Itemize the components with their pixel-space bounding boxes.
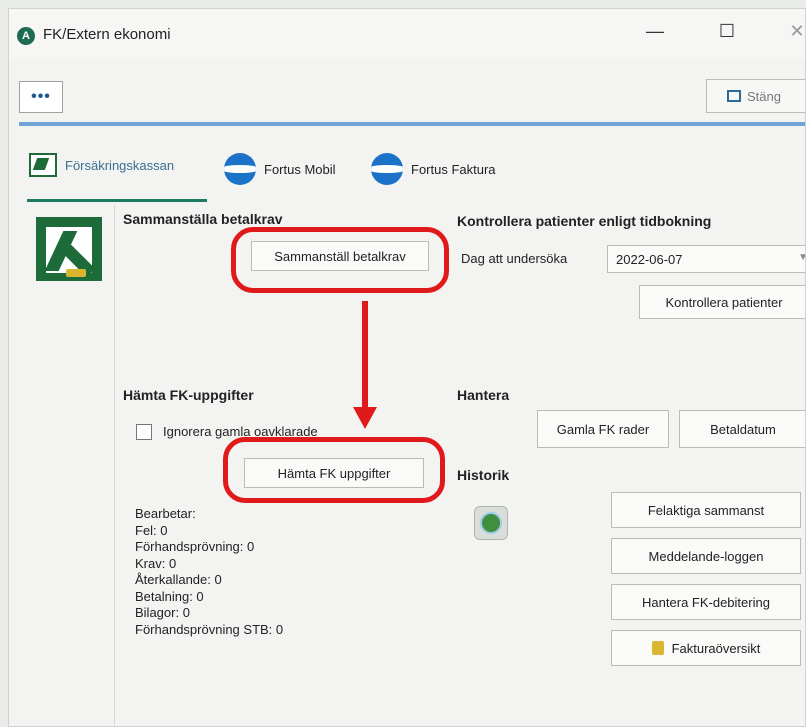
status-line: Betalning: 0 [135,588,204,604]
status-line: Bilagor: 0 [135,605,190,620]
tab-bar: Försäkringskassan Fortus Mobil Fortus Fa… [9,139,805,203]
fakturaoversikt-label: Fakturaöversikt [671,640,761,656]
status-line: Bearbetar: [135,506,196,521]
status-line: Återkallande: 0 [135,572,222,587]
hantera-fk-debitering-button[interactable]: Hantera FK-debitering [611,584,801,620]
more-options-button[interactable]: ••• [19,81,63,113]
globe-icon [371,153,403,185]
lock-icon [651,641,664,655]
highlight-ring [231,227,449,293]
forsakringskassan-logo [36,217,102,281]
meddelande-loggen-button[interactable]: Meddelande-loggen [611,538,801,574]
close-panel-icon [727,90,741,102]
status-line: Fel: 0 [135,522,168,538]
historik-heading: Historik [457,467,510,483]
history-globe-icon[interactable] [474,506,508,540]
title-bar: A FK/Extern ekonomi — ☐ ✕ [9,9,805,59]
hantera-heading: Hantera [457,387,510,403]
stang-button[interactable]: Stäng [706,79,805,113]
window-title: FK/Extern ekonomi [43,26,171,43]
date-label: Dag att undersöka [461,251,568,266]
highlight-ring [223,437,445,503]
status-line: Förhandsprövning STB: 0 [135,621,284,637]
maximize-button[interactable]: ☐ [709,21,745,42]
left-logo-panel [19,205,115,726]
annotation-arrow [362,301,368,411]
ignorera-checkbox[interactable] [136,424,152,440]
status-list: Bearbetar: Fel: 0 Förhandsprövning: 0 Kr… [135,506,283,638]
kontrollera-heading: Kontrollera patienter enligt tidbokning [457,213,712,229]
stang-label: Stäng [747,88,781,104]
tab-label: Försäkringskassan [65,157,175,173]
tab-forsakringskassan[interactable]: Försäkringskassan [29,153,174,177]
status-line: Krav: 0 [135,555,177,571]
active-tab-indicator [27,199,207,202]
annotation-arrow-head [353,407,377,429]
tab-fortus-faktura[interactable]: Fortus Faktura [371,153,496,185]
window-close-button[interactable]: ✕ [779,21,805,42]
betaldatum-button[interactable]: Betaldatum [679,410,805,448]
date-select[interactable]: 2022-06-07 ▼ [607,245,805,273]
toolbar: ••• Stäng [9,59,805,121]
tab-label: Fortus Faktura [411,161,496,177]
chevron-down-icon: ▼ [798,252,805,263]
felaktiga-sammanst-button[interactable]: Felaktiga sammanst [611,492,801,528]
app-icon: A [17,27,35,45]
tab-label: Fortus Mobil [264,161,336,177]
accent-divider [19,122,805,126]
date-value: 2022-06-07 [616,251,683,267]
status-line: Förhandsprövning: 0 [135,539,255,554]
sammanstalla-heading: Sammanställa betalkrav [123,211,283,227]
gamla-fk-rader-button[interactable]: Gamla FK rader [537,410,669,448]
minimize-button[interactable]: — [637,21,673,42]
fakturaoversikt-button[interactable]: Fakturaöversikt [611,630,801,666]
hamta-heading: Hämta FK-uppgifter [123,387,254,403]
tab-fortus-mobil[interactable]: Fortus Mobil [224,153,336,185]
fk-logo-icon [29,153,57,177]
kontrollera-patienter-button[interactable]: Kontrollera patienter [639,285,805,319]
fk-extern-ekonomi-window: A FK/Extern ekonomi — ☐ ✕ ••• Stäng Förs… [8,8,806,727]
globe-icon [224,153,256,185]
